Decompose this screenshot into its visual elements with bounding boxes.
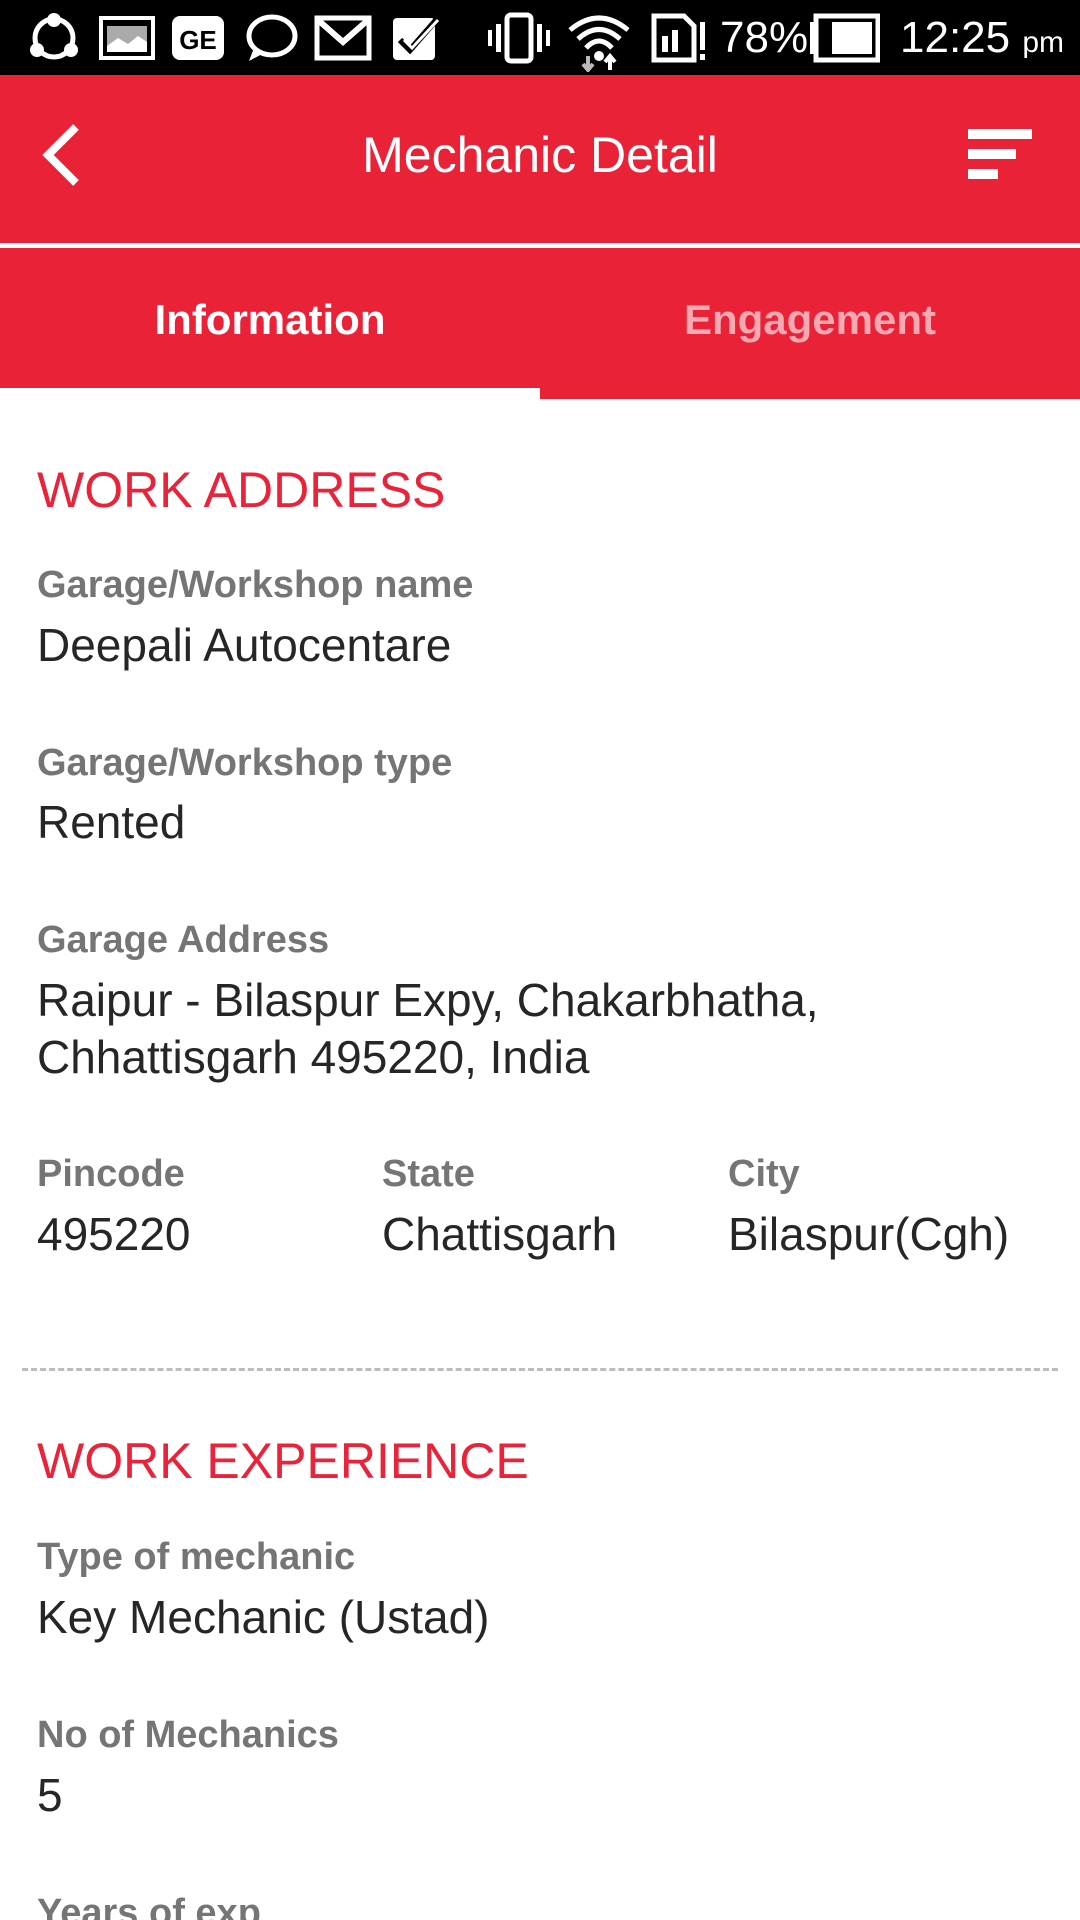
clock: 12:25 pm [900, 10, 1064, 65]
num-mechanics-value: 5 [37, 1769, 63, 1821]
vibrate-icon [488, 12, 550, 64]
work-address-title: WORK ADDRESS [37, 462, 446, 518]
tab-bar: Information Engagement [0, 248, 1080, 399]
garage-type-label: Garage/Workshop type [37, 742, 453, 784]
city-value: Bilaspur(Cgh) [728, 1208, 1010, 1260]
num-mechanics-label: No of Mechanics [37, 1714, 339, 1756]
sim-icon [651, 13, 705, 63]
garage-address-line1: Raipur - Bilaspur Expy, Chakarbhatha, [37, 974, 819, 1026]
work-experience-title: WORK EXPERIENCE [37, 1433, 529, 1489]
filter-menu-icon [968, 129, 1032, 179]
pincode-value: 495220 [37, 1208, 191, 1260]
garage-type-value: Rented [37, 796, 186, 848]
pincode-label: Pincode [37, 1153, 185, 1195]
back-button[interactable] [24, 115, 104, 195]
app-bar: Mechanic Detail [0, 75, 1080, 243]
task-icon [393, 16, 441, 60]
gmail-icon [314, 15, 372, 61]
clock-suffix: pm [1022, 26, 1065, 59]
mechanic-type-label: Type of mechanic [37, 1536, 356, 1578]
state-value: Chattisgarh [382, 1208, 618, 1260]
garage-address-label: Garage Address [37, 919, 330, 961]
chevron-left-icon [42, 124, 79, 186]
battery-icon [810, 13, 880, 63]
svg-text:GE: GE [179, 25, 217, 55]
state-label: State [382, 1153, 475, 1195]
garage-address-line2: Chhattisgarh 495220, India [37, 1031, 590, 1083]
ge-icon: GE [172, 16, 224, 60]
filter-menu-button[interactable] [956, 119, 1040, 191]
wifi-icon [568, 15, 630, 72]
mechanic-type-value: Key Mechanic (Ustad) [37, 1591, 490, 1643]
tab-engagement[interactable]: Engagement [540, 248, 1080, 399]
status-bar: GE 78% 12:25 pm [0, 0, 1080, 75]
section-divider [22, 1368, 1058, 1371]
page-title: Mechanic Detail [362, 127, 718, 183]
battery-percent: 78% [720, 13, 809, 62]
share-icon [30, 13, 78, 60]
garage-name-label: Garage/Workshop name [37, 564, 474, 606]
tab-information[interactable]: Information [0, 248, 540, 388]
chat-icon [246, 14, 298, 61]
city-label: City [728, 1153, 800, 1195]
clock-time: 12:25 [900, 13, 1011, 62]
garage-name-value: Deepali Autocentare [37, 619, 452, 671]
years-exp-label: Years of exp [37, 1892, 261, 1920]
image-icon [99, 16, 155, 60]
